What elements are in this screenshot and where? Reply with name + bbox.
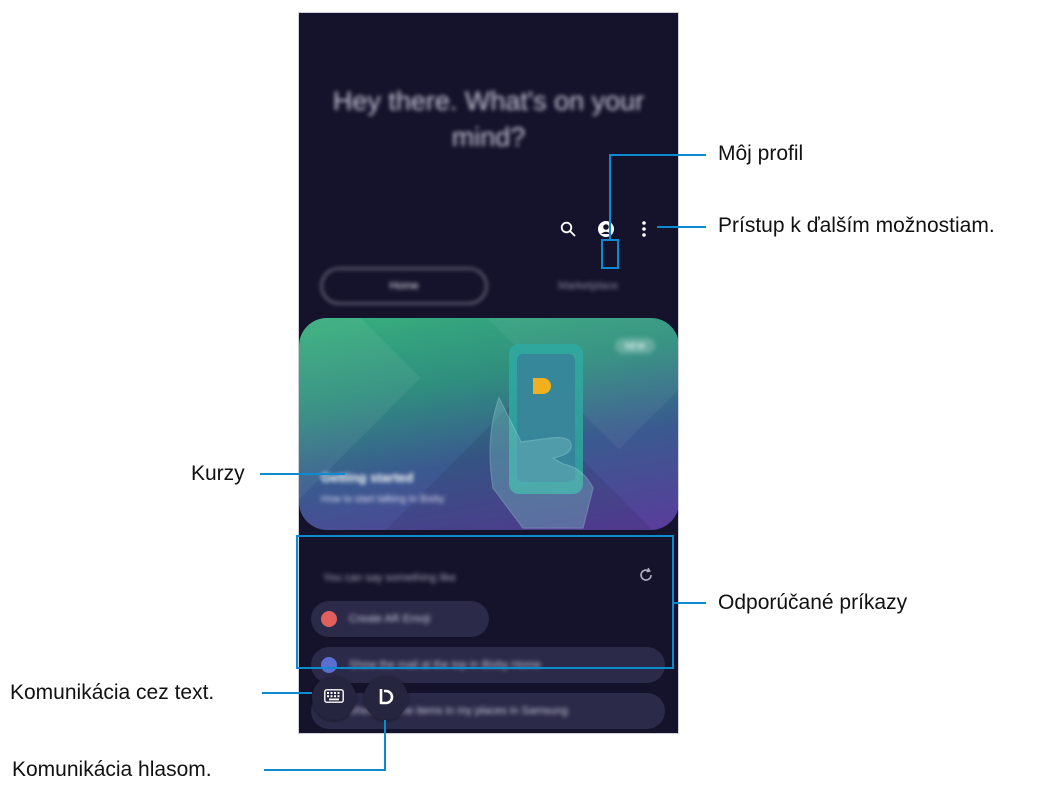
callout-my-profile: Môj profil (718, 142, 804, 165)
tab-marketplace[interactable]: Marketplace (521, 268, 655, 304)
callout-suggested-commands: Odporúčané príkazy (718, 591, 908, 614)
profile-icon[interactable] (595, 218, 617, 240)
search-icon[interactable] (557, 218, 579, 240)
greeting-text: Hey there. What's on your mind? (332, 86, 645, 152)
tab-bar: Home Marketplace (321, 268, 656, 304)
keyboard-icon (324, 688, 344, 708)
more-options-icon[interactable] (633, 218, 655, 240)
top-icon-bar (557, 218, 655, 240)
tab-home[interactable]: Home (321, 268, 487, 304)
tutorial-card[interactable]: NEW Getting started How to start talking… (299, 318, 678, 530)
profile-highlight-box (601, 239, 619, 269)
card-title: Getting started (321, 470, 414, 485)
voice-button[interactable] (364, 676, 408, 720)
card-subtitle: How to start talking to Bixby (321, 494, 445, 505)
callout-tutorials: Kurzy (191, 462, 245, 485)
callout-text-communication: Komunikácia cez text. (10, 681, 215, 704)
callout-voice-communication: Komunikácia hlasom. (12, 758, 212, 781)
suggestions-highlight-box (296, 535, 674, 669)
keyboard-button[interactable] (312, 676, 356, 720)
callout-more-options: Prístup k ďalším možnostiam. (718, 214, 995, 237)
new-badge: NEW (615, 338, 655, 354)
bixby-icon (377, 687, 395, 710)
